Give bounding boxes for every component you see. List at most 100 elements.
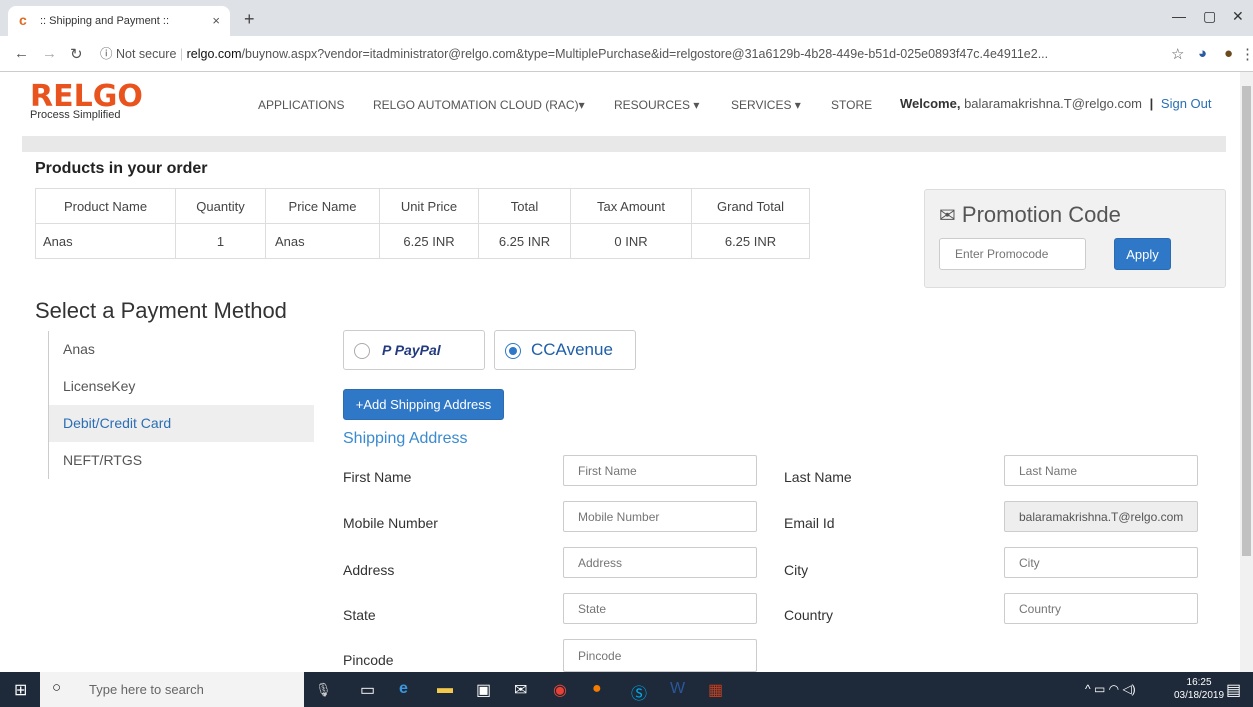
mobile-field[interactable] [563, 501, 757, 532]
nav-services[interactable]: SERVICES ▾ [731, 98, 801, 112]
taskbar-clock[interactable]: 16:25 03/18/2019 [1174, 676, 1224, 702]
task-view-icon[interactable]: ▭ [360, 680, 375, 700]
search-placeholder: Type here to search [89, 682, 204, 697]
col-header: Tax Amount [570, 188, 692, 224]
paypal-option[interactable]: P PayPal [343, 330, 485, 370]
new-tab-button[interactable]: + [244, 9, 255, 30]
nav-applications[interactable]: APPLICATIONS [258, 98, 344, 112]
products-title: Products in your order [35, 160, 208, 177]
ccavenue-option[interactable]: CCAvenue [494, 330, 636, 370]
welcome-label: Welcome, [900, 96, 961, 111]
url-path: /buynow.aspx?vendor=itadministrator@relg… [241, 47, 1049, 61]
col-header: Total [478, 188, 571, 224]
url-field[interactable]: ⓘ Not secure | relgo.com/buynow.aspx?ven… [100, 42, 1155, 66]
table-cell: Anas [35, 223, 176, 259]
table-cell: 0 INR [570, 223, 692, 259]
table-cell: 6.25 INR [691, 223, 810, 259]
tab-title: :: Shipping and Payment :: [40, 15, 170, 27]
browser-tab[interactable]: c :: Shipping and Payment :: × [8, 6, 230, 36]
forward-icon[interactable]: → [42, 45, 57, 62]
payment-method-anas[interactable]: Anas [49, 331, 314, 368]
table-header-row: Product Name Quantity Price Name Unit Pr… [35, 188, 810, 224]
word-icon[interactable]: W [670, 680, 685, 698]
payment-method-licensekey[interactable]: LicenseKey [49, 368, 314, 405]
breadcrumb-bar [22, 136, 1226, 152]
winrar-icon[interactable]: ▦ [708, 680, 723, 700]
promotion-title-row: ✉ Promotion Code [939, 202, 1121, 228]
first-name-field[interactable] [563, 455, 757, 486]
scrollbar-thumb[interactable] [1242, 86, 1251, 556]
table-row: Anas 1 Anas 6.25 INR 6.25 INR 0 INR 6.25… [35, 223, 810, 259]
file-explorer-icon[interactable]: ▬ [437, 680, 453, 698]
system-tray-icons[interactable]: ^ ▭ ◠ ◁) [1085, 682, 1136, 696]
col-header: Unit Price [379, 188, 479, 224]
paypal-label: PayPal [394, 342, 441, 358]
reload-icon[interactable]: ↻ [70, 45, 83, 63]
paypal-logo: P PayPal [382, 342, 441, 358]
mail-icon[interactable]: ✉ [514, 680, 527, 700]
minimize-icon[interactable]: — [1172, 8, 1186, 24]
firefox-icon[interactable]: ● [592, 680, 602, 698]
email-field[interactable] [1004, 501, 1198, 532]
microphone-icon[interactable]: 🎙 [315, 682, 332, 698]
city-field[interactable] [1004, 547, 1198, 578]
col-header: Grand Total [691, 188, 810, 224]
state-field[interactable] [563, 593, 757, 624]
nav-store[interactable]: STORE [831, 98, 872, 112]
last-name-label: Last Name [784, 469, 852, 485]
tab-close-icon[interactable]: × [212, 13, 220, 28]
logo-text: RELGO [30, 79, 143, 114]
state-label: State [343, 607, 376, 623]
promocode-input[interactable] [939, 238, 1086, 270]
skype-icon[interactable]: Ⓢ [631, 680, 647, 704]
close-window-icon[interactable]: ✕ [1232, 8, 1244, 25]
add-shipping-address-button[interactable]: +Add Shipping Address [343, 389, 504, 420]
ccavenue-logo: CCAvenue [531, 340, 613, 359]
country-field[interactable] [1004, 593, 1198, 624]
windows-start-icon[interactable]: ⊞ [14, 680, 27, 700]
mobile-label: Mobile Number [343, 515, 438, 531]
address-field[interactable] [563, 547, 757, 578]
taskbar-search[interactable]: ○ Type here to search [40, 672, 304, 707]
address-label: Address [343, 562, 395, 578]
payment-method-list: Anas LicenseKey Debit/Credit Card NEFT/R… [48, 331, 314, 479]
payment-method-card[interactable]: Debit/Credit Card [49, 405, 314, 442]
menu-icon[interactable]: ⋮ [1240, 45, 1253, 63]
search-icon: ○ [52, 679, 62, 696]
table-cell: 6.25 INR [379, 223, 479, 259]
edge-icon[interactable]: e [399, 680, 408, 698]
table-cell: 1 [175, 223, 266, 259]
promotion-panel: ✉ Promotion Code Apply [924, 189, 1226, 288]
ccavenue-radio[interactable] [505, 343, 521, 359]
clock-time: 16:25 [1186, 677, 1212, 688]
nav-resources[interactable]: RESOURCES ▾ [614, 98, 699, 112]
payment-title: Select a Payment Method [35, 298, 287, 323]
col-header: Quantity [175, 188, 266, 224]
user-email: balaramakrishna.T@relgo.com [964, 96, 1143, 111]
first-name-label: First Name [343, 469, 412, 485]
payment-method-neft[interactable]: NEFT/RTGS [49, 442, 314, 479]
star-icon[interactable]: ☆ [1171, 45, 1184, 63]
security-indicator[interactable]: ⓘ Not secure [100, 47, 176, 61]
shipping-address-title: Shipping Address [343, 430, 468, 447]
paypal-radio[interactable] [354, 343, 370, 359]
site-header: RELGO Process Simplified APPLICATIONS RE… [0, 72, 1240, 136]
nav-rac[interactable]: RELGO AUTOMATION CLOUD (RAC)▾ [373, 98, 585, 112]
store-icon[interactable]: ▣ [476, 680, 491, 700]
sign-out-link[interactable]: Sign Out [1161, 96, 1212, 111]
extension-icon[interactable]: ◕ [1198, 45, 1207, 62]
maximize-icon[interactable]: ▢ [1203, 8, 1216, 25]
notifications-icon[interactable]: ▤ [1226, 680, 1241, 700]
relgo-logo[interactable]: RELGO Process Simplified [30, 79, 143, 122]
pincode-field[interactable] [563, 639, 757, 672]
address-bar: ← → ↻ ⓘ Not secure | relgo.com/buynow.as… [0, 36, 1253, 72]
site-favicon-icon: c [19, 12, 27, 28]
city-label: City [784, 562, 809, 578]
profile-avatar[interactable]: ● [1224, 45, 1233, 62]
apply-button[interactable]: Apply [1114, 238, 1171, 270]
back-icon[interactable]: ← [14, 45, 29, 62]
chrome-icon[interactable]: ◉ [553, 680, 567, 700]
last-name-field[interactable] [1004, 455, 1198, 486]
paypal-p-icon: P [382, 342, 391, 358]
welcome-area: Welcome, balaramakrishna.T@relgo.com | S… [900, 96, 1212, 111]
